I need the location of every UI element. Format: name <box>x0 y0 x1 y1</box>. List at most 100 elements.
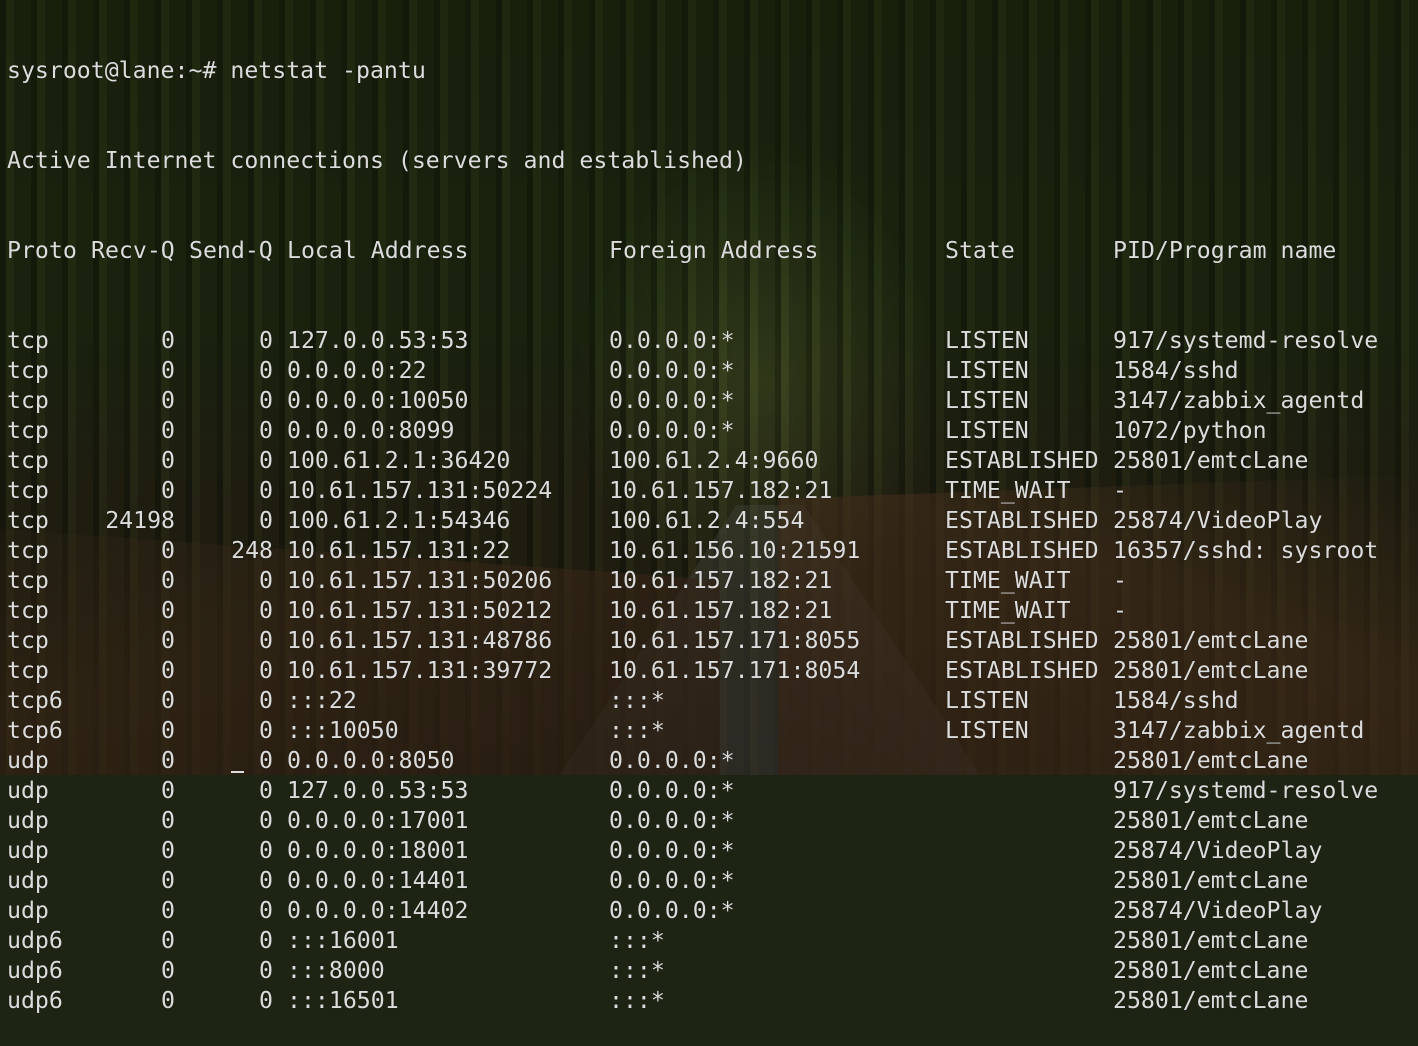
table-row: tcp 0 0 10.61.157.131:50206 10.61.157.182:21… <box>7 566 1378 596</box>
cell-proto: udp <box>7 837 49 864</box>
cell-pid-program: 1584/sshd <box>1113 357 1239 384</box>
cell-state: ESTABLISHED <box>945 657 1099 684</box>
cell-pid-program: 1072/python <box>1113 417 1267 444</box>
cell-pid-program: 25801/emtcLane <box>1113 807 1309 834</box>
cell-sendq: 0 <box>259 507 273 534</box>
cell-proto: tcp <box>7 417 49 444</box>
cell-proto: tcp <box>7 507 49 534</box>
cell-local-address: 100.61.2.1:54346 <box>287 507 511 534</box>
cell-recvq: 24198 <box>105 507 175 534</box>
cell-foreign-address: :::* <box>609 717 665 744</box>
cell-recvq: 0 <box>161 807 175 834</box>
cell-sendq: 0 <box>259 837 273 864</box>
table-row: udp6 0 0:::8000:::* 25801/emtcLane <box>7 956 1378 986</box>
connection-rows: tcp 0 0 127.0.0.53:53 0.0.0.0:* LISTEN 917/sys… <box>7 326 1378 1016</box>
header-state: State <box>945 237 1015 264</box>
cell-state: TIME_WAIT <box>945 477 1071 504</box>
cell-sendq: 0 <box>259 387 273 414</box>
command-line: sysroot@lane:~# netstat -pantu <box>7 56 1378 86</box>
cell-pid-program: 25801/emtcLane <box>1113 657 1309 684</box>
cell-state: ESTABLISHED <box>945 507 1099 534</box>
cell-foreign-address: 10.61.157.171:8054 <box>609 657 861 684</box>
cell-sendq: 0 <box>259 807 273 834</box>
table-row: tcp 0 0 10.61.157.131:39772 10.61.157.171:80… <box>7 656 1378 686</box>
cell-local-address: 100.61.2.1:36420 <box>287 447 511 474</box>
cell-recvq: 0 <box>161 597 175 624</box>
cell-sendq: 0 <box>259 447 273 474</box>
cell-proto: tcp <box>7 627 49 654</box>
table-row: tcp 0 0 10.61.157.131:50224 10.61.157.182:21… <box>7 476 1378 506</box>
cell-foreign-address: 10.61.157.182:21 <box>609 567 833 594</box>
cell-pid-program: 3147/zabbix_agentd <box>1113 387 1365 414</box>
table-row: udp 0 0 0.0.0.0:18001 0.0.0.0:* 25874/VideoPl… <box>7 836 1378 866</box>
cell-sendq: 0 <box>259 717 273 744</box>
cell-pid-program: 16357/sshd: sysroot <box>1113 537 1379 564</box>
cell-recvq: 0 <box>161 627 175 654</box>
cell-proto: tcp6 <box>7 687 63 714</box>
cell-local-address: 127.0.0.53:53 <box>287 777 469 804</box>
cell-local-address: 127.0.0.53:53 <box>287 327 469 354</box>
cell-sendq: 0 <box>259 867 273 894</box>
cell-sendq: 0 <box>259 927 273 954</box>
cell-pid-program: 25801/emtcLane <box>1113 447 1309 474</box>
cell-state: ESTABLISHED <box>945 537 1099 564</box>
cell-pid-program: 25801/emtcLane <box>1113 957 1309 984</box>
cell-state: ESTABLISHED <box>945 627 1099 654</box>
cell-pid-program: 1584/sshd <box>1113 687 1239 714</box>
cell-state: LISTEN <box>945 327 1029 354</box>
cell-recvq: 0 <box>161 417 175 444</box>
cell-proto: udp6 <box>7 927 63 954</box>
cell-proto: tcp <box>7 387 49 414</box>
terminal-output[interactable]: sysroot@lane:~# netstat -pantu Active In… <box>7 0 1378 1046</box>
cell-local-address: 0.0.0.0:18001 <box>287 837 469 864</box>
cell-recvq: 0 <box>161 387 175 414</box>
cell-local-address: 10.61.157.131:48786 <box>287 627 553 654</box>
table-row: tcp 0 0 100.61.2.1:36420 100.61.2.4:9660 ESTA… <box>7 446 1378 476</box>
cell-proto: udp <box>7 897 49 924</box>
cell-recvq: 0 <box>161 717 175 744</box>
table-row: udp 0 0 0.0.0.0:17001 0.0.0.0:* 25801/emtcLan… <box>7 806 1378 836</box>
cell-recvq: 0 <box>161 897 175 924</box>
table-row: tcp6 0 0:::10050:::* LISTEN 3147/zabbix_agen… <box>7 716 1378 746</box>
cell-foreign-address: 0.0.0.0:* <box>609 327 735 354</box>
cell-pid-program: 25801/emtcLane <box>1113 927 1309 954</box>
cell-foreign-address: :::* <box>609 687 665 714</box>
cell-local-address: 10.61.157.131:50212 <box>287 597 553 624</box>
cell-proto: udp <box>7 867 49 894</box>
table-row: tcp 24198 0 100.61.2.1:54346 100.61.2.4:554 E… <box>7 506 1378 536</box>
cell-local-address: :::8000 <box>287 957 385 984</box>
cell-proto: udp6 <box>7 957 63 984</box>
shell-prompt: sysroot@lane:~# <box>7 57 217 84</box>
cell-recvq: 0 <box>161 687 175 714</box>
cell-recvq: 0 <box>161 447 175 474</box>
cell-state: LISTEN <box>945 387 1029 414</box>
cell-proto: tcp <box>7 597 49 624</box>
cell-recvq: 0 <box>161 957 175 984</box>
cell-local-address: 10.61.157.131:50224 <box>287 477 553 504</box>
cell-foreign-address: 0.0.0.0:* <box>609 897 735 924</box>
cell-recvq: 0 <box>161 777 175 804</box>
cell-pid-program: - <box>1113 477 1127 504</box>
cell-local-address: 10.61.157.131:22 <box>287 537 511 564</box>
cell-proto: tcp <box>7 447 49 474</box>
cell-state: ESTABLISHED <box>945 447 1099 474</box>
cell-pid-program: 25801/emtcLane <box>1113 747 1309 774</box>
cell-foreign-address: 10.61.157.182:21 <box>609 477 833 504</box>
cell-recvq: 0 <box>161 657 175 684</box>
cell-foreign-address: 0.0.0.0:* <box>609 807 735 834</box>
cell-state: LISTEN <box>945 417 1029 444</box>
cell-state: TIME_WAIT <box>945 567 1071 594</box>
cell-pid-program: 25874/VideoPlay <box>1113 507 1323 534</box>
cell-proto: tcp6 <box>7 717 63 744</box>
cell-foreign-address: 0.0.0.0:* <box>609 357 735 384</box>
cell-foreign-address: :::* <box>609 987 665 1014</box>
table-row: udp 0 0 0.0.0.0:8050 0.0.0.0:* 25801/emtcLane <box>7 746 1378 776</box>
cell-state: TIME_WAIT <box>945 597 1071 624</box>
cell-foreign-address: 10.61.157.182:21 <box>609 597 833 624</box>
cell-foreign-address: 100.61.2.4:9660 <box>609 447 819 474</box>
cell-foreign-address: 0.0.0.0:* <box>609 417 735 444</box>
cell-pid-program: - <box>1113 597 1127 624</box>
header-sendq: Send-Q <box>189 237 273 264</box>
cell-recvq: 0 <box>161 567 175 594</box>
cell-pid-program: 3147/zabbix_agentd <box>1113 717 1365 744</box>
